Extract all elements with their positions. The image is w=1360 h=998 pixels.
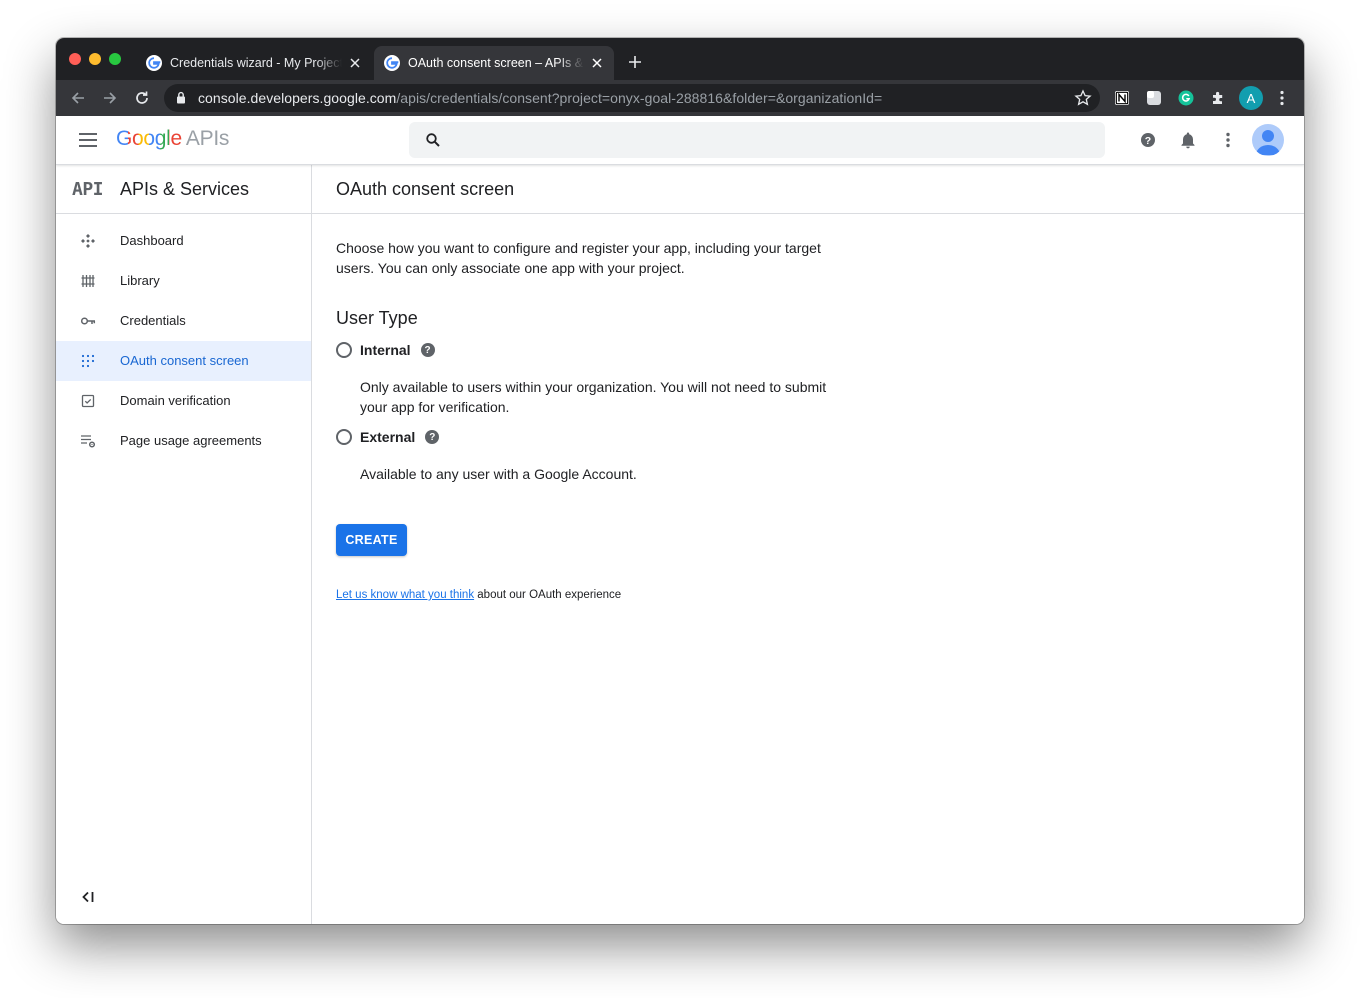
reload-icon xyxy=(136,91,148,104)
menu-icon[interactable] xyxy=(76,130,100,150)
browser-menu-icon[interactable] xyxy=(1272,88,1292,108)
key-icon xyxy=(80,313,96,329)
profile-initial: A xyxy=(1246,90,1256,106)
extension-square-icon[interactable] xyxy=(1144,88,1164,108)
notion-extension-icon[interactable] xyxy=(1112,88,1132,108)
forward-button[interactable] xyxy=(99,87,121,109)
library-icon xyxy=(80,273,96,289)
sidebar: API APIs & Services Dashboard Library Cr… xyxy=(56,165,312,924)
sidebar-item-dashboard[interactable]: Dashboard xyxy=(56,221,311,261)
sidebar-item-domain-verification[interactable]: Domain verification xyxy=(56,381,311,421)
feedback-line: Let us know what you think about our OAu… xyxy=(336,589,621,601)
url-host: console.developers.google.com xyxy=(198,90,397,106)
create-button[interactable]: CREATE xyxy=(336,524,407,556)
intro-text: Choose how you want to configure and reg… xyxy=(336,240,821,276)
google-favicon-icon xyxy=(146,55,162,71)
browser-toolbar: console.developers.google.com/apis/crede… xyxy=(56,80,1304,116)
sidebar-item-label: Dashboard xyxy=(120,233,184,248)
google-wordmark: Google xyxy=(116,127,182,150)
close-tab-icon[interactable] xyxy=(346,54,364,72)
sidebar-item-label: Page usage agreements xyxy=(120,433,262,448)
internal-radio[interactable] xyxy=(336,342,352,358)
internal-description: Only available to users within your orga… xyxy=(360,379,827,415)
consent-icon xyxy=(80,353,96,369)
collapse-sidebar-icon[interactable] xyxy=(78,887,98,907)
svg-text:?: ? xyxy=(1145,135,1151,147)
browser-window: Credentials wizard - My Project OAuth co… xyxy=(56,38,1304,924)
close-tab-icon[interactable] xyxy=(588,54,606,72)
reload-button[interactable] xyxy=(131,87,153,109)
page-title: OAuth consent screen xyxy=(336,179,515,199)
feedback-suffix: about our OAuth experience xyxy=(474,589,622,601)
arrow-back-icon xyxy=(71,92,84,104)
more-vert-icon[interactable] xyxy=(1218,130,1238,150)
tab-strip: Credentials wizard - My Project OAuth co… xyxy=(56,38,1304,80)
api-logo: API xyxy=(72,179,104,200)
person-icon xyxy=(1256,130,1280,155)
help-icon[interactable]: ? xyxy=(1138,130,1158,150)
sidebar-item-oauth-consent-screen[interactable]: OAuth consent screen xyxy=(56,341,311,381)
url-text: console.developers.google.com/apis/crede… xyxy=(198,90,882,106)
search-input[interactable] xyxy=(409,122,1105,158)
help-icon[interactable]: ? xyxy=(420,343,435,357)
grammarly-extension-icon[interactable] xyxy=(1176,88,1196,108)
maximize-window-button[interactable] xyxy=(109,53,121,65)
app-header: Google APIs ? xyxy=(56,116,1304,165)
option-internal[interactable]: Internal ? xyxy=(336,339,435,361)
account-avatar[interactable] xyxy=(1252,124,1284,156)
plus-icon xyxy=(629,56,641,68)
page-settings-icon xyxy=(80,433,96,449)
minimize-window-button[interactable] xyxy=(89,53,101,65)
option-external[interactable]: External ? xyxy=(336,426,440,448)
page-header: OAuth consent screen xyxy=(312,165,1304,214)
sidebar-header: API APIs & Services xyxy=(56,165,311,214)
bookmark-star-icon[interactable] xyxy=(1074,89,1092,107)
back-button[interactable] xyxy=(67,87,89,109)
tab-oauth-consent[interactable]: OAuth consent screen – APIs & Services xyxy=(374,46,614,80)
external-label[interactable]: External xyxy=(360,429,415,445)
lock-icon xyxy=(177,91,185,104)
profile-avatar-button[interactable]: A xyxy=(1239,86,1263,110)
tab-credentials-wizard[interactable]: Credentials wizard - My Project xyxy=(136,46,372,80)
external-description: Available to any user with a Google Acco… xyxy=(360,466,637,482)
sidebar-item-label: OAuth consent screen xyxy=(120,353,249,368)
sidebar-title: APIs & Services xyxy=(120,179,250,199)
sidebar-item-label: Domain verification xyxy=(120,393,231,408)
address-bar[interactable]: console.developers.google.com/apis/crede… xyxy=(164,84,1100,112)
notifications-icon[interactable] xyxy=(1178,130,1198,150)
google-favicon-icon xyxy=(384,55,400,71)
url-path: /apis/credentials/consent?project=onyx-g… xyxy=(396,90,883,106)
arrow-forward-icon xyxy=(104,92,117,104)
sidebar-item-credentials[interactable]: Credentials xyxy=(56,301,311,341)
feedback-link[interactable]: Let us know what you think xyxy=(336,589,474,601)
apis-wordmark: APIs xyxy=(185,127,230,150)
help-icon[interactable]: ? xyxy=(425,430,440,444)
external-radio[interactable] xyxy=(336,429,352,445)
dashboard-icon xyxy=(80,233,96,249)
internal-label[interactable]: Internal xyxy=(360,342,411,358)
tab-title: Credentials wizard - My Project xyxy=(170,56,342,70)
sidebar-item-label: Credentials xyxy=(120,313,186,328)
close-window-button[interactable] xyxy=(69,53,81,65)
new-tab-button[interactable] xyxy=(624,51,646,73)
main-content: OAuth consent screen Choose how you want… xyxy=(312,165,1304,924)
google-apis-logo[interactable]: Google APIs xyxy=(116,127,229,151)
extensions-puzzle-icon[interactable] xyxy=(1208,88,1228,108)
search-icon xyxy=(426,133,440,147)
sidebar-item-page-usage-agreements[interactable]: Page usage agreements xyxy=(56,421,311,461)
section-title-user-type: User Type xyxy=(336,308,418,328)
sidebar-item-label: Library xyxy=(120,273,160,288)
tab-title: OAuth consent screen – APIs & Services xyxy=(408,56,584,70)
sidebar-item-library[interactable]: Library xyxy=(56,261,311,301)
domain-verification-icon xyxy=(80,393,96,409)
